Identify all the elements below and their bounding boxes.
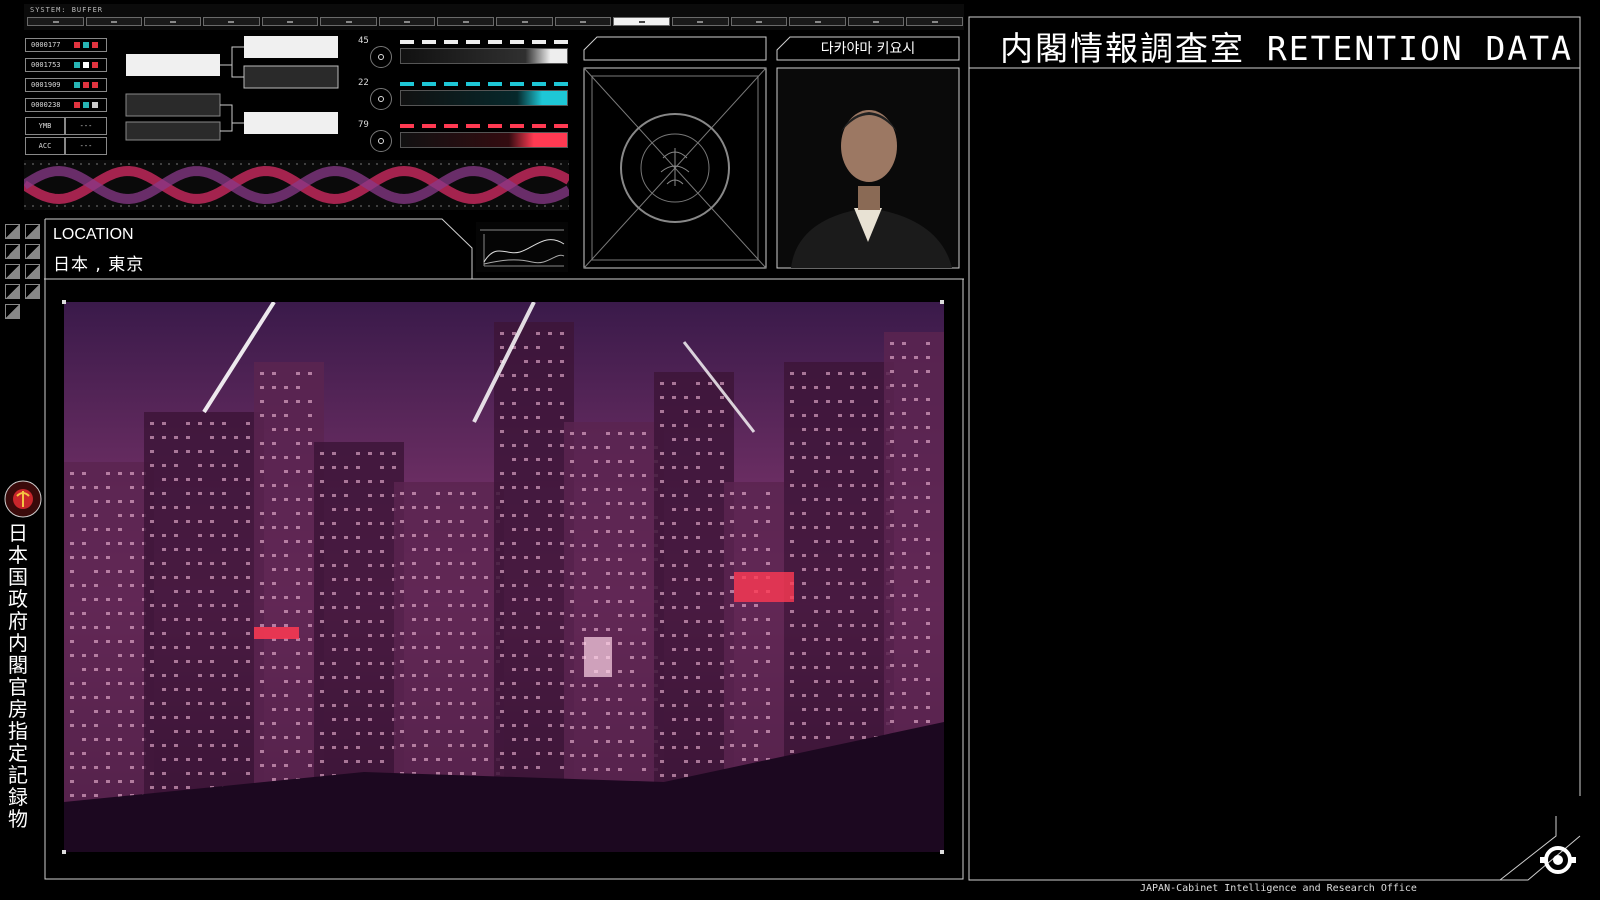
- gauge-value: 45: [358, 36, 369, 46]
- diagram-block-3: [243, 65, 339, 89]
- tab-7[interactable]: [378, 17, 436, 26]
- city-image: [64, 302, 944, 852]
- tab-14[interactable]: [789, 17, 846, 26]
- tab-8[interactable]: [437, 17, 494, 26]
- location-value: 日本 , 東京: [53, 255, 145, 275]
- gauge-ticks: [400, 82, 568, 86]
- status-swatch: [92, 42, 98, 48]
- tab-1[interactable]: [27, 17, 84, 26]
- diagram-block-1: [126, 54, 220, 76]
- gauge-dial-icon[interactable]: [370, 46, 392, 68]
- field-key: ACC: [25, 137, 65, 155]
- tab-13[interactable]: [730, 17, 788, 26]
- side-toggle-button[interactable]: [25, 244, 40, 259]
- tab-2[interactable]: [85, 17, 143, 26]
- gauge-bar: [400, 132, 568, 148]
- record-id: 0000238: [31, 101, 61, 109]
- side-toggle-button[interactable]: [5, 224, 20, 239]
- diagram-block-6: [244, 112, 338, 134]
- status-swatch: [92, 62, 98, 68]
- footer-text: JAPAN-Cabinet Intelligence and Research …: [1140, 883, 1417, 894]
- status-swatch: [74, 82, 80, 88]
- tab-3[interactable]: [144, 17, 201, 26]
- side-toggle-button[interactable]: [5, 244, 20, 259]
- status-swatch: [74, 62, 80, 68]
- seal-panel: [583, 36, 767, 269]
- record-id: 0001753: [31, 61, 61, 69]
- location-label: LOCATION: [53, 226, 134, 243]
- person-panel: [776, 36, 960, 269]
- gauge-dial-icon[interactable]: [370, 88, 392, 110]
- retention-title: 内閣情報調査室 RETENTION DATA: [1000, 29, 1574, 68]
- record-row[interactable]: 0001753: [25, 58, 107, 72]
- gauge-ticks: [400, 40, 568, 44]
- signal-band: [24, 160, 569, 210]
- diagram-block-2: [244, 36, 338, 58]
- link-diagram: [125, 36, 339, 141]
- retention-panel: [968, 16, 1581, 881]
- emblem-icon: [4, 480, 42, 518]
- tab-16[interactable]: [906, 17, 963, 26]
- person-name: 다카야마 키요시: [820, 41, 916, 57]
- building: [64, 462, 154, 852]
- status-swatch: [74, 42, 80, 48]
- corner-mark: [62, 300, 66, 304]
- vertical-label: 日本国 政府 内閣官房指定記録物: [8, 521, 28, 831]
- gauge-bar: [400, 48, 568, 64]
- tab-12[interactable]: [671, 17, 729, 26]
- tab-4[interactable]: [202, 17, 260, 26]
- tab-6[interactable]: [320, 17, 377, 26]
- side-toggle-button[interactable]: [5, 284, 20, 299]
- status-swatch: [83, 82, 89, 88]
- record-row[interactable]: 0001909: [25, 78, 107, 92]
- record-row[interactable]: 0000238: [25, 98, 107, 112]
- side-toggle-button[interactable]: [5, 264, 20, 279]
- corner-mark: [940, 300, 944, 304]
- ruler-title: SYSTEM: BUFFER: [30, 6, 104, 14]
- record-row[interactable]: 0000177: [25, 38, 107, 52]
- gear-logo-icon[interactable]: [1540, 842, 1576, 878]
- record-id: 0000177: [31, 41, 61, 49]
- status-swatch: [83, 42, 89, 48]
- side-toggle-button[interactable]: [25, 264, 40, 279]
- diagram-block-4: [125, 93, 221, 117]
- side-toggle-button[interactable]: [25, 284, 40, 299]
- tab-15[interactable]: [847, 17, 905, 26]
- field-row: ACC ---: [25, 137, 107, 155]
- gauge-dial-icon[interactable]: [370, 130, 392, 152]
- corner-mark: [940, 850, 944, 854]
- tab-11[interactable]: [613, 17, 670, 26]
- corner-mark: [62, 850, 66, 854]
- gauge-ticks: [400, 124, 568, 128]
- side-toggle-button[interactable]: [25, 224, 40, 239]
- status-swatch: [83, 102, 89, 108]
- gauge-value: 22: [358, 78, 369, 88]
- status-swatch: [92, 82, 98, 88]
- gauge-value: 79: [358, 120, 369, 130]
- status-swatch: [92, 102, 98, 108]
- field-value: ---: [65, 137, 107, 155]
- record-id: 0001909: [31, 81, 61, 89]
- field-key: YMB: [25, 117, 65, 135]
- tab-9[interactable]: [496, 17, 553, 26]
- status-swatch: [83, 62, 89, 68]
- field-value: ---: [65, 117, 107, 135]
- status-swatch: [74, 102, 80, 108]
- gauge-bar: [400, 90, 568, 106]
- side-toggle-button[interactable]: [5, 304, 20, 319]
- tab-strip: [27, 17, 963, 26]
- tab-5[interactable]: [261, 17, 319, 26]
- tab-10[interactable]: [554, 17, 612, 26]
- field-row: YMB ---: [25, 117, 107, 135]
- diagram-block-5: [125, 121, 221, 141]
- mini-graph: [476, 222, 568, 272]
